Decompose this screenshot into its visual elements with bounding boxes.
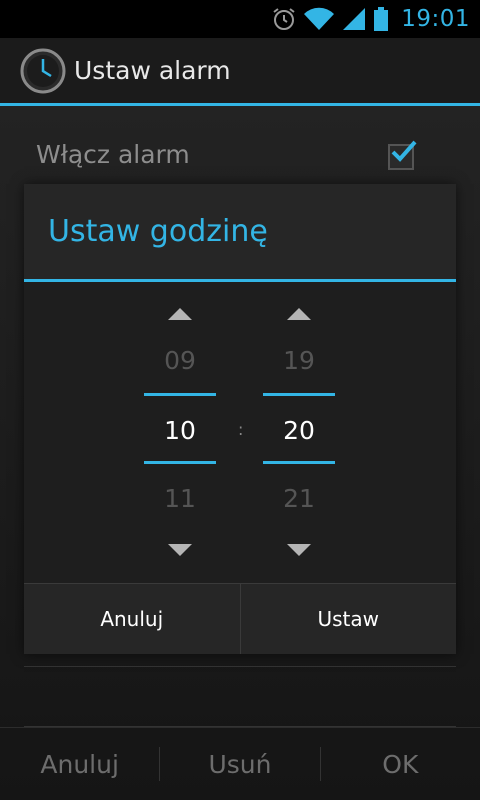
action-bar-title: Ustaw alarm	[74, 56, 231, 85]
status-bar: 19:01	[0, 0, 480, 38]
minute-decrement-arrow-icon[interactable]	[287, 544, 311, 556]
minute-picker[interactable]: 19 20 21	[263, 282, 335, 583]
action-bar: Ustaw alarm	[0, 38, 480, 106]
minute-increment-arrow-icon[interactable]	[287, 308, 311, 320]
bottom-button-bar: Anuluj Usuń OK	[0, 727, 480, 800]
minute-selection-line	[263, 461, 335, 464]
hour-decrement-arrow-icon[interactable]	[168, 544, 192, 556]
wifi-icon	[304, 7, 335, 31]
dialog-set-button[interactable]: Ustaw	[241, 584, 457, 654]
checkmark-icon	[391, 140, 417, 162]
dialog-title: Ustaw godzinę	[48, 214, 268, 249]
status-icons: 19:01	[271, 0, 470, 38]
enable-alarm-label: Włącz alarm	[36, 140, 190, 169]
time-picker-dialog: Ustaw godzinę 09 10 11 : 19 20 21 Anuluj…	[24, 184, 456, 654]
minute-selection-line	[263, 393, 335, 396]
minute-next-value[interactable]: 21	[263, 484, 335, 513]
cancel-button[interactable]: Anuluj	[0, 728, 159, 800]
hour-picker[interactable]: 09 10 11	[144, 282, 216, 583]
hour-next-value[interactable]: 11	[144, 484, 216, 513]
hour-current-value[interactable]: 10	[144, 416, 216, 445]
delete-button[interactable]: Usuń	[160, 728, 319, 800]
status-time: 19:01	[401, 6, 470, 32]
divider	[24, 666, 456, 667]
ok-button[interactable]: OK	[321, 728, 480, 800]
minute-prev-value[interactable]: 19	[263, 346, 335, 375]
hour-increment-arrow-icon[interactable]	[168, 308, 192, 320]
dialog-cancel-button[interactable]: Anuluj	[24, 584, 240, 654]
hour-prev-value[interactable]: 09	[144, 346, 216, 375]
time-separator: :	[238, 420, 244, 439]
time-picker: 09 10 11 : 19 20 21	[24, 282, 456, 583]
signal-icon	[343, 8, 366, 30]
battery-icon	[374, 7, 389, 31]
hour-selection-line	[144, 393, 216, 396]
clock-icon[interactable]	[20, 48, 66, 94]
hour-selection-line	[144, 461, 216, 464]
dialog-button-bar: Anuluj Ustaw	[24, 583, 456, 654]
minute-current-value[interactable]: 20	[263, 416, 335, 445]
alarm-icon	[273, 8, 295, 30]
enable-alarm-checkbox[interactable]	[388, 140, 417, 170]
